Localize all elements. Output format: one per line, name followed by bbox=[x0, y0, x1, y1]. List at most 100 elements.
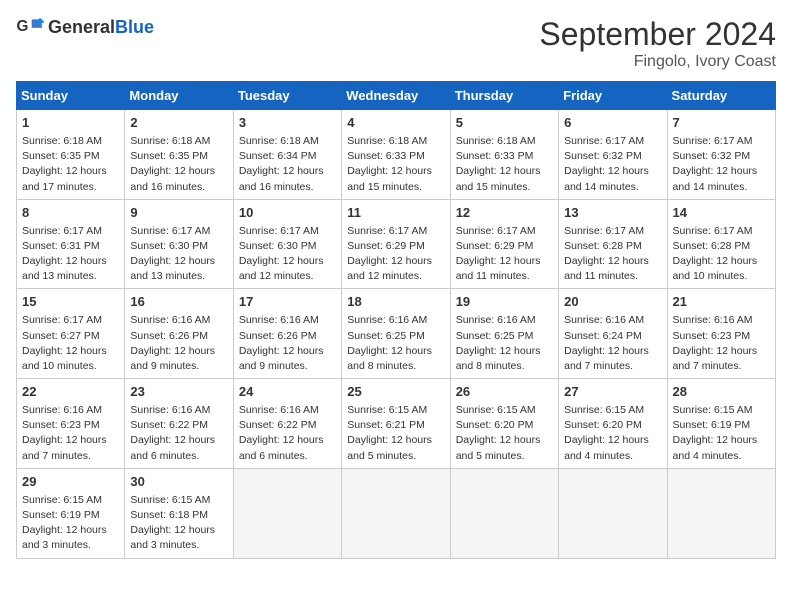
day-number: 20 bbox=[564, 293, 661, 312]
daylight-text: Daylight: 12 hours and 4 minutes. bbox=[673, 434, 758, 461]
daylight-text: Daylight: 12 hours and 9 minutes. bbox=[239, 345, 324, 372]
sunrise-text: Sunrise: 6:16 AM bbox=[130, 314, 210, 326]
sunrise-text: Sunrise: 6:18 AM bbox=[347, 135, 427, 147]
daylight-text: Daylight: 12 hours and 7 minutes. bbox=[22, 434, 107, 461]
col-thursday: Thursday bbox=[450, 82, 558, 110]
day-number: 11 bbox=[347, 204, 444, 223]
calendar-cell: 5Sunrise: 6:18 AMSunset: 6:33 PMDaylight… bbox=[450, 110, 558, 200]
calendar-cell: 29Sunrise: 6:15 AMSunset: 6:19 PMDayligh… bbox=[17, 468, 125, 558]
calendar-cell: 1Sunrise: 6:18 AMSunset: 6:35 PMDaylight… bbox=[17, 110, 125, 200]
calendar-week-row: 15Sunrise: 6:17 AMSunset: 6:27 PMDayligh… bbox=[17, 289, 776, 379]
sunrise-text: Sunrise: 6:16 AM bbox=[239, 404, 319, 416]
daylight-text: Daylight: 12 hours and 11 minutes. bbox=[456, 255, 541, 282]
svg-text:G: G bbox=[16, 18, 28, 35]
sunset-text: Sunset: 6:29 PM bbox=[456, 240, 534, 252]
sunrise-text: Sunrise: 6:16 AM bbox=[22, 404, 102, 416]
calendar-cell: 25Sunrise: 6:15 AMSunset: 6:21 PMDayligh… bbox=[342, 379, 450, 469]
calendar-cell: 20Sunrise: 6:16 AMSunset: 6:24 PMDayligh… bbox=[559, 289, 667, 379]
sunrise-text: Sunrise: 6:15 AM bbox=[456, 404, 536, 416]
sunset-text: Sunset: 6:25 PM bbox=[456, 330, 534, 342]
calendar-cell: 24Sunrise: 6:16 AMSunset: 6:22 PMDayligh… bbox=[233, 379, 341, 469]
calendar-cell: 14Sunrise: 6:17 AMSunset: 6:28 PMDayligh… bbox=[667, 199, 775, 289]
sunset-text: Sunset: 6:24 PM bbox=[564, 330, 642, 342]
calendar-table: Sunday Monday Tuesday Wednesday Thursday… bbox=[16, 81, 776, 559]
sunset-text: Sunset: 6:18 PM bbox=[130, 509, 208, 521]
calendar-week-row: 22 Sunrise: 6:16 AM Sunset: 6:23 PM Dayligh… bbox=[17, 379, 776, 469]
day-number: 8 bbox=[22, 204, 119, 223]
day-number: 23 bbox=[130, 383, 227, 402]
sunset-text: Sunset: 6:23 PM bbox=[673, 330, 751, 342]
calendar-cell: 16Sunrise: 6:16 AMSunset: 6:26 PMDayligh… bbox=[125, 289, 233, 379]
daylight-text: Daylight: 12 hours and 5 minutes. bbox=[347, 434, 432, 461]
sunset-text: Sunset: 6:33 PM bbox=[347, 150, 425, 162]
sunrise-text: Sunrise: 6:18 AM bbox=[130, 135, 210, 147]
daylight-text: Daylight: 12 hours and 13 minutes. bbox=[22, 255, 107, 282]
location: Fingolo, Ivory Coast bbox=[539, 53, 776, 71]
daylight-text: Daylight: 12 hours and 16 minutes. bbox=[239, 165, 324, 192]
sunrise-text: Sunrise: 6:17 AM bbox=[130, 225, 210, 237]
calendar-cell: 8Sunrise: 6:17 AMSunset: 6:31 PMDaylight… bbox=[17, 199, 125, 289]
calendar-cell: 12Sunrise: 6:17 AMSunset: 6:29 PMDayligh… bbox=[450, 199, 558, 289]
title-area: September 2024 Fingolo, Ivory Coast bbox=[539, 16, 776, 71]
sunset-text: Sunset: 6:23 PM bbox=[22, 419, 100, 431]
day-number: 30 bbox=[130, 473, 227, 492]
day-number: 22 bbox=[22, 383, 119, 402]
logo: G GeneralBlue bbox=[16, 16, 154, 38]
day-number: 10 bbox=[239, 204, 336, 223]
calendar-cell: 26 Sunrise: 6:15 AM Sunset: 6:20 PM Dayligh… bbox=[450, 379, 558, 469]
daylight-text: Daylight: 12 hours and 12 minutes. bbox=[239, 255, 324, 282]
sunset-text: Sunset: 6:28 PM bbox=[564, 240, 642, 252]
calendar-cell: 2Sunrise: 6:18 AMSunset: 6:35 PMDaylight… bbox=[125, 110, 233, 200]
daylight-text: Daylight: 12 hours and 12 minutes. bbox=[347, 255, 432, 282]
sunrise-text: Sunrise: 6:18 AM bbox=[22, 135, 102, 147]
sunrise-text: Sunrise: 6:17 AM bbox=[564, 225, 644, 237]
month-title: September 2024 bbox=[539, 16, 776, 53]
day-number: 17 bbox=[239, 293, 336, 312]
calendar-cell: 3Sunrise: 6:18 AMSunset: 6:34 PMDaylight… bbox=[233, 110, 341, 200]
sunset-text: Sunset: 6:21 PM bbox=[347, 419, 425, 431]
sunrise-text: Sunrise: 6:18 AM bbox=[239, 135, 319, 147]
col-saturday: Saturday bbox=[667, 82, 775, 110]
daylight-text: Daylight: 12 hours and 13 minutes. bbox=[130, 255, 215, 282]
daylight-text: Daylight: 12 hours and 5 minutes. bbox=[456, 434, 541, 461]
day-number: 9 bbox=[130, 204, 227, 223]
sunrise-text: Sunrise: 6:17 AM bbox=[347, 225, 427, 237]
daylight-text: Daylight: 12 hours and 16 minutes. bbox=[130, 165, 215, 192]
calendar-cell: 27Sunrise: 6:15 AMSunset: 6:20 PMDayligh… bbox=[559, 379, 667, 469]
daylight-text: Daylight: 12 hours and 10 minutes. bbox=[673, 255, 758, 282]
sunset-text: Sunset: 6:20 PM bbox=[564, 419, 642, 431]
logo-general: General bbox=[48, 17, 115, 37]
daylight-text: Daylight: 12 hours and 3 minutes. bbox=[22, 524, 107, 551]
sunset-text: Sunset: 6:35 PM bbox=[22, 150, 100, 162]
day-number: 14 bbox=[673, 204, 770, 223]
sunrise-text: Sunrise: 6:17 AM bbox=[673, 225, 753, 237]
day-number: 6 bbox=[564, 114, 661, 133]
calendar-cell: 15Sunrise: 6:17 AMSunset: 6:27 PMDayligh… bbox=[17, 289, 125, 379]
sunset-text: Sunset: 6:20 PM bbox=[456, 419, 534, 431]
day-number: 26 bbox=[456, 383, 553, 402]
day-number: 15 bbox=[22, 293, 119, 312]
day-number: 7 bbox=[673, 114, 770, 133]
sunset-text: Sunset: 6:34 PM bbox=[239, 150, 317, 162]
daylight-text: Daylight: 12 hours and 6 minutes. bbox=[130, 434, 215, 461]
calendar-cell: 19Sunrise: 6:16 AMSunset: 6:25 PMDayligh… bbox=[450, 289, 558, 379]
daylight-text: Daylight: 12 hours and 3 minutes. bbox=[130, 524, 215, 551]
daylight-text: Daylight: 12 hours and 17 minutes. bbox=[22, 165, 107, 192]
logo-blue: Blue bbox=[115, 17, 154, 37]
page-header: G GeneralBlue September 2024 Fingolo, Iv… bbox=[16, 16, 776, 71]
day-number: 5 bbox=[456, 114, 553, 133]
calendar-cell bbox=[667, 468, 775, 558]
logo-icon: G bbox=[16, 16, 44, 38]
day-number: 13 bbox=[564, 204, 661, 223]
sunset-text: Sunset: 6:32 PM bbox=[673, 150, 751, 162]
day-number: 24 bbox=[239, 383, 336, 402]
daylight-text: Daylight: 12 hours and 14 minutes. bbox=[564, 165, 649, 192]
sunrise-text: Sunrise: 6:16 AM bbox=[239, 314, 319, 326]
calendar-cell: 30Sunrise: 6:15 AMSunset: 6:18 PMDayligh… bbox=[125, 468, 233, 558]
daylight-text: Daylight: 12 hours and 10 minutes. bbox=[22, 345, 107, 372]
calendar-week-row: 8Sunrise: 6:17 AMSunset: 6:31 PMDaylight… bbox=[17, 199, 776, 289]
daylight-text: Daylight: 12 hours and 8 minutes. bbox=[347, 345, 432, 372]
calendar-cell: 18Sunrise: 6:16 AMSunset: 6:25 PMDayligh… bbox=[342, 289, 450, 379]
calendar-cell: 9Sunrise: 6:17 AMSunset: 6:30 PMDaylight… bbox=[125, 199, 233, 289]
sunset-text: Sunset: 6:26 PM bbox=[239, 330, 317, 342]
